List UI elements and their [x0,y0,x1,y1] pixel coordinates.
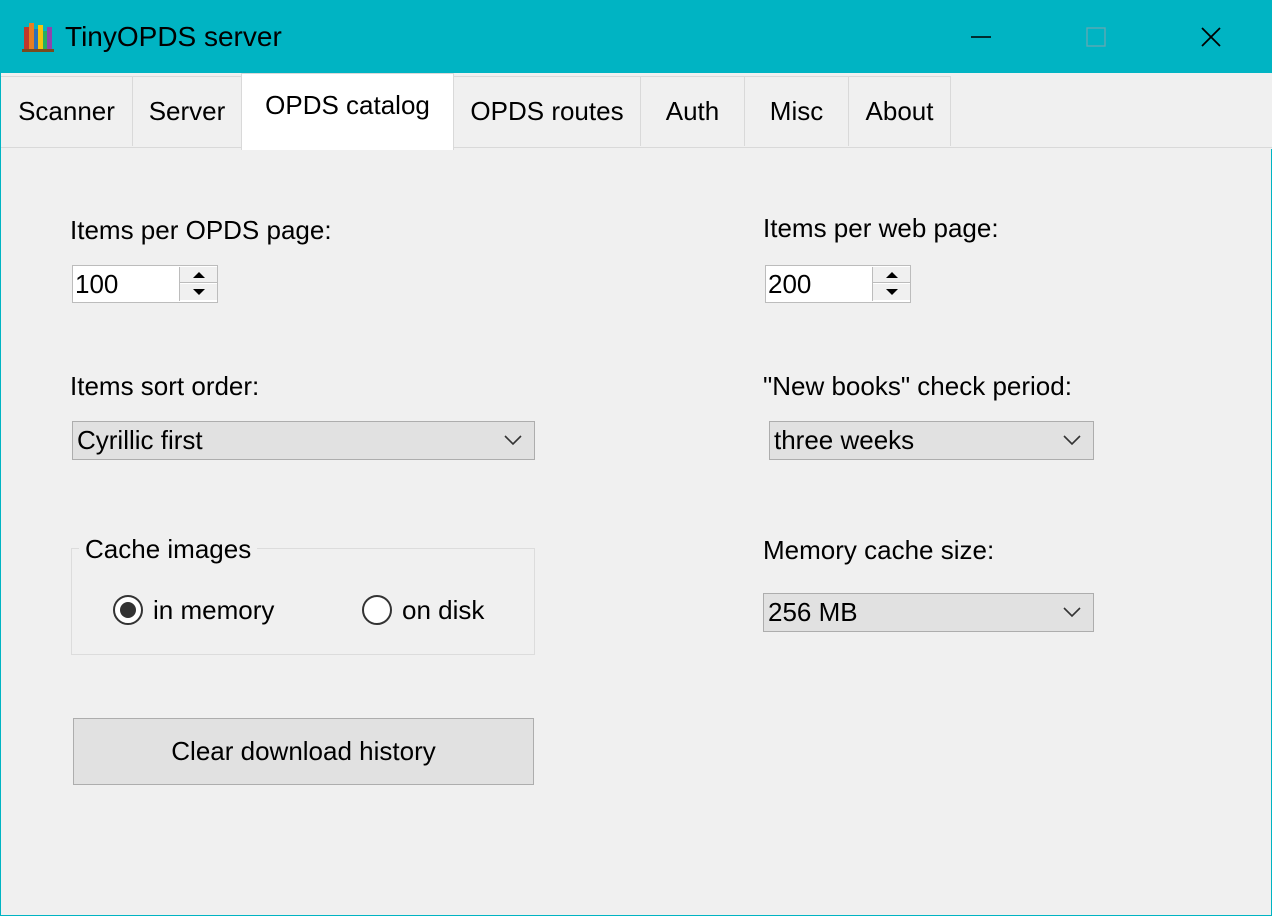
stepper-down-button[interactable] [180,284,217,300]
stepper-up-button[interactable] [180,267,217,283]
window-title: TinyOPDS server [65,21,282,52]
cache-in-memory-label: in memory [153,594,275,625]
chevron-down-icon [1063,607,1081,618]
radio-unchecked-icon [362,595,392,625]
tab-opds-catalog[interactable]: OPDS catalog [241,73,454,150]
tab-auth[interactable]: Auth [641,76,745,146]
cache-in-memory-radio[interactable]: in memory [113,593,274,627]
cache-on-disk-label: on disk [402,594,485,625]
clear-download-history-button[interactable]: Clear download history [73,718,534,785]
chevron-down-icon [504,435,522,446]
tab-scanner[interactable]: Scanner [1,76,133,146]
tab-strip: Scanner Server OPDS catalog OPDS routes … [1,73,1272,150]
items-per-opds-page-stepper [72,265,218,303]
chevron-up-icon [192,271,205,278]
memory-cache-size-label: Memory cache size: [763,535,995,565]
stepper-buttons [179,267,217,301]
new-books-period-value: three weeks [774,425,915,455]
items-per-web-page-stepper [765,265,911,303]
items-sort-order-select[interactable]: Cyrillic first [72,421,535,460]
maximize-icon [1086,27,1106,47]
items-sort-order-value: Cyrillic first [77,425,203,455]
cache-images-title: Cache images [79,534,258,564]
stepper-down-button[interactable] [873,284,910,300]
tab-misc[interactable]: Misc [745,76,849,146]
memory-cache-size-value: 256 MB [768,597,858,627]
bookshelf-icon [22,23,54,52]
title-bar[interactable]: TinyOPDS server [1,1,1272,73]
tab-about[interactable]: About [849,76,951,146]
new-books-period-select[interactable]: three weeks [769,421,1094,460]
cache-on-disk-radio[interactable]: on disk [362,593,484,627]
tab-divider [1,147,1272,148]
stepper-buttons [872,267,910,301]
minimize-button[interactable] [923,1,1039,73]
tab-opds-routes[interactable]: OPDS routes [454,76,641,146]
close-icon [1201,27,1221,47]
items-sort-order-label: Items sort order: [70,371,260,401]
stepper-up-button[interactable] [873,267,910,283]
tab-server[interactable]: Server [133,76,242,146]
chevron-down-icon [192,289,205,295]
maximize-button[interactable] [1038,1,1154,73]
chevron-down-icon [885,289,898,295]
radio-checked-icon [113,595,143,625]
items-per-web-page-input[interactable] [766,266,872,302]
close-button[interactable] [1153,1,1269,73]
chevron-up-icon [885,271,898,278]
tab-panel-opds-catalog [3,149,1271,915]
new-books-period-label: "New books" check period: [763,371,1072,401]
memory-cache-size-select[interactable]: 256 MB [763,593,1094,632]
chevron-down-icon [1063,435,1081,446]
items-per-opds-page-label: Items per OPDS page: [70,215,332,245]
minimize-icon [971,36,991,38]
app-window: TinyOPDS server Scanner Server OPDS cata… [0,0,1272,916]
items-per-opds-page-input[interactable] [73,266,179,302]
items-per-web-page-label: Items per web page: [763,213,999,243]
